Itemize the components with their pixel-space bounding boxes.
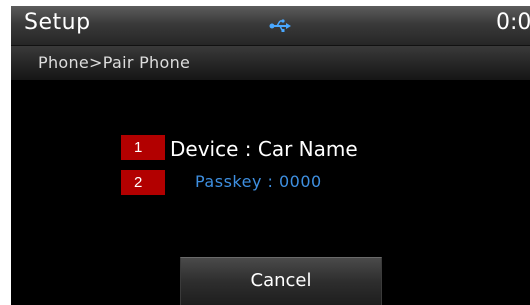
head-unit-screen: Setup 0:04 Phone>Pair Phone 1 Device : C… [11,6,530,305]
screen-title: Setup [24,10,91,35]
usb-icon [269,18,291,32]
callout-badge-1: 1 [121,135,165,160]
device-name-text: Device : Car Name [170,137,358,161]
breadcrumb-bar: Phone>Pair Phone [11,46,530,80]
passkey-text: Passkey : 0000 [195,172,322,191]
status-bar: Setup 0:04 [11,6,530,46]
clock: 0:04 [496,10,530,35]
callout-badge-2: 2 [121,170,165,195]
cancel-button[interactable]: Cancel [180,257,382,305]
breadcrumb: Phone>Pair Phone [38,53,191,72]
